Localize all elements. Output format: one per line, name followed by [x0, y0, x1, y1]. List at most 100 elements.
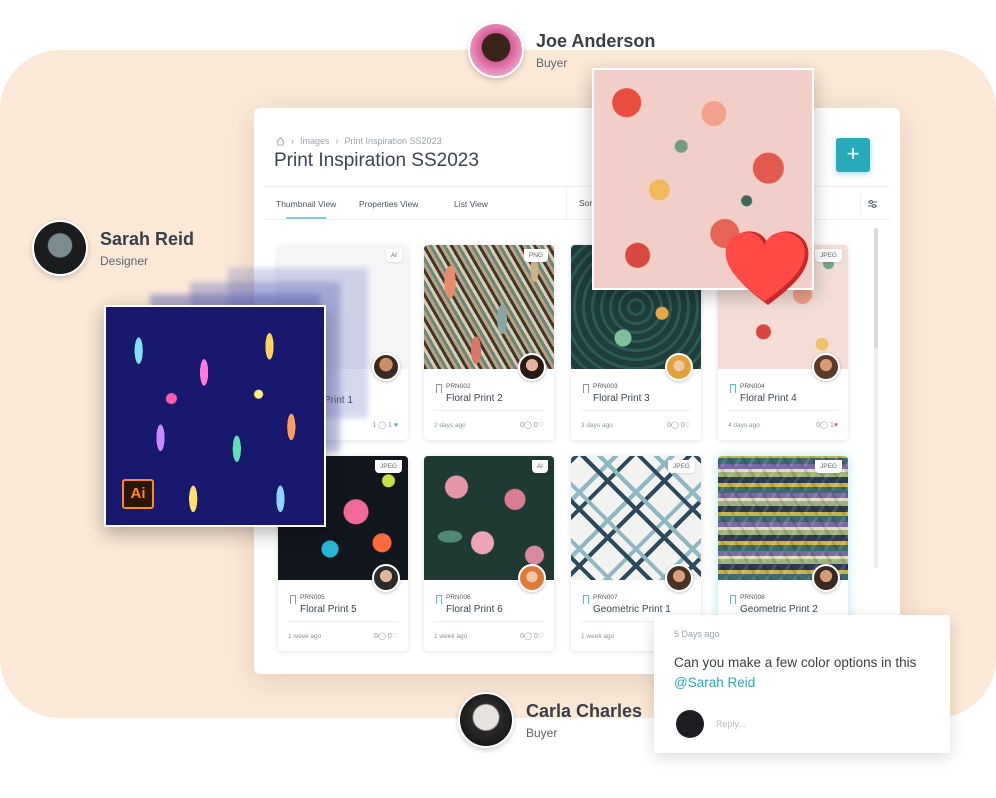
avatar[interactable] [468, 22, 524, 78]
bookmark-icon[interactable] [290, 595, 296, 604]
card-code: PRN002 [446, 383, 471, 390]
avatar[interactable] [32, 220, 88, 276]
scrollbar[interactable] [874, 228, 878, 568]
comment-card: 5 Days ago Can you make a few color opti… [654, 615, 950, 753]
heart-icon[interactable]: ♡ [538, 421, 544, 429]
plus-icon: + [846, 141, 860, 166]
card-code: PRN006 [446, 594, 471, 601]
divider [728, 410, 838, 411]
person-role: Buyer [526, 725, 558, 740]
avatar[interactable] [665, 353, 693, 381]
card-thumbnail[interactable] [424, 456, 554, 580]
avatar[interactable] [812, 353, 840, 381]
card-stats: 1 ◯ 1 ♥ [372, 421, 398, 429]
card[interactable]: PNG PRN002 Floral Print 2 2 days ago 0◯ … [424, 245, 554, 440]
card[interactable]: AI PRN006 Floral Print 6 1 week ago 0◯ 0… [424, 456, 554, 651]
card-title[interactable]: Floral Print 5 [300, 604, 357, 615]
stage: › Images › Print Inspiration SS2023 Prin… [0, 0, 996, 798]
file-type-badge: JPEG [668, 460, 695, 473]
person-role: Buyer [536, 55, 568, 70]
add-button[interactable]: + [836, 138, 870, 172]
comment-time: 5 Days ago [674, 629, 720, 639]
comment-count: 1 [372, 422, 377, 429]
avatar [676, 710, 704, 738]
card-thumbnail[interactable] [424, 245, 554, 369]
card-title[interactable]: Floral Print 2 [446, 393, 503, 404]
tab-list-view[interactable]: List View [454, 199, 488, 209]
comment-icon[interactable]: ◯ [378, 633, 386, 640]
avatar[interactable] [518, 564, 546, 592]
divider [434, 621, 544, 622]
tab-properties-view[interactable]: Properties View [359, 199, 418, 209]
breadcrumb: › Images › Print Inspiration SS2023 [276, 136, 442, 146]
card-title[interactable]: Geometric Print 1 [593, 604, 671, 615]
filter-button[interactable] [860, 193, 882, 215]
comment-icon[interactable]: ◯ [524, 422, 532, 429]
card-stats: 0◯ 0♡ [374, 632, 398, 640]
avatar[interactable] [518, 353, 546, 381]
file-type-badge: PNG [523, 249, 548, 262]
bookmark-icon[interactable] [730, 595, 736, 604]
heart-icon [725, 231, 809, 305]
divider [581, 410, 691, 411]
breadcrumb-separator: › [291, 136, 294, 146]
avatar[interactable] [665, 564, 693, 592]
bookmark-icon[interactable] [436, 595, 442, 604]
comment-body: Can you make a few color options in this [674, 655, 917, 670]
breadcrumb-current[interactable]: Print Inspiration SS2023 [345, 136, 442, 146]
card-code: PRN008 [740, 594, 765, 601]
card-code: PRN007 [593, 594, 618, 601]
heart-icon[interactable]: ♡ [685, 421, 691, 429]
heart-icon[interactable]: ♥ [834, 422, 838, 429]
person-name: Carla Charles [526, 700, 643, 721]
illustrator-file-image[interactable]: Ai [104, 305, 326, 527]
scrollbar-thumb[interactable] [874, 228, 878, 348]
person-joe: Joe Anderson Buyer [468, 22, 655, 78]
person-carla: Carla Charles Buyer [458, 692, 642, 748]
comment-icon[interactable]: ◯ [820, 422, 828, 429]
bookmark-icon[interactable] [583, 384, 589, 393]
file-type-badge: AI [385, 249, 402, 262]
tab-thumbnail-view[interactable]: Thumbnail View [276, 199, 336, 219]
breadcrumb-images[interactable]: Images [300, 136, 330, 146]
bookmark-icon[interactable] [436, 384, 442, 393]
card-stats: 0◯ 1♥ [816, 421, 838, 429]
heart-icon[interactable]: ♡ [392, 632, 398, 640]
person-info: Joe Anderson Buyer [536, 31, 655, 70]
card-title[interactable]: Geometric Print 2 [740, 604, 818, 615]
illustrator-icon: Ai [122, 479, 154, 509]
card-code: PRN005 [300, 594, 325, 601]
divider [434, 410, 544, 411]
card-title[interactable]: Floral Print 3 [593, 393, 650, 404]
card-stats: 0◯ 0♡ [520, 632, 544, 640]
reply-input[interactable]: Reply... [716, 719, 746, 729]
avatar[interactable] [812, 564, 840, 592]
card-age: 1 week ago [288, 633, 322, 640]
card-thumbnail[interactable] [571, 456, 701, 580]
comment-icon[interactable]: ◯ [378, 422, 386, 429]
card-stats: 0◯ 0♡ [520, 421, 544, 429]
comment-icon[interactable]: ◯ [524, 633, 532, 640]
person-info: Carla Charles Buyer [526, 701, 642, 740]
person-name: Joe Anderson [536, 30, 656, 51]
card-title[interactable]: Floral Print 6 [446, 604, 503, 615]
person-role: Designer [100, 253, 149, 268]
avatar[interactable] [372, 353, 400, 381]
file-type-badge: AI [531, 460, 548, 473]
home-icon[interactable] [276, 136, 285, 146]
like-count: 1 [387, 422, 392, 429]
card-title[interactable]: Floral Print 4 [740, 393, 797, 404]
file-type-badge: JPEG [815, 249, 842, 262]
breadcrumb-separator: › [335, 136, 339, 146]
avatar[interactable] [458, 692, 514, 748]
mention-link[interactable]: @Sarah Reid [674, 675, 755, 690]
bookmark-icon[interactable] [730, 384, 736, 393]
card-age: 4 days ago [728, 422, 760, 429]
card-thumbnail[interactable] [718, 456, 848, 580]
avatar[interactable] [372, 564, 400, 592]
person-info: Sarah Reid Designer [100, 229, 194, 268]
comment-icon[interactable]: ◯ [671, 422, 679, 429]
heart-icon[interactable]: ♥ [394, 422, 398, 429]
heart-icon[interactable]: ♡ [538, 632, 544, 640]
bookmark-icon[interactable] [583, 595, 589, 604]
